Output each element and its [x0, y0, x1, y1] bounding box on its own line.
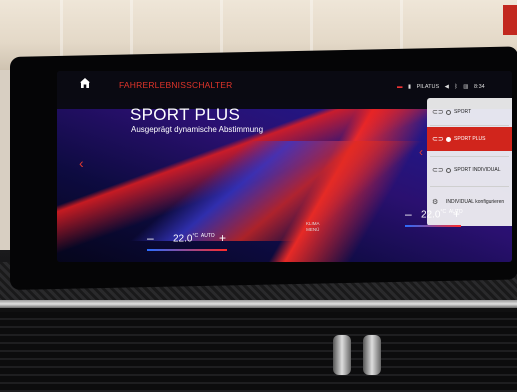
chevron-left-icon[interactable]: ‹ [79, 155, 84, 171]
temp-unit: °C [440, 209, 447, 215]
status-bar: ▬ ▮ PILATUS ◀ ᛒ ▥ 8:34 [397, 84, 489, 90]
volume-icon: ◀ [444, 84, 449, 90]
signal-icon: ▥ [463, 84, 469, 90]
mode-option-sport[interactable]: ⊂⊃ SPORT [427, 100, 512, 124]
flag-icon: ▬ [397, 84, 403, 90]
chrome-trim [0, 300, 517, 308]
air-vent [0, 312, 517, 392]
divider [430, 186, 509, 187]
infotainment-screen: FAHRERLEBNISSCHALTER ▬ ▮ PILATUS ◀ ᛒ ▥ 8… [57, 71, 512, 262]
temp-left: 22.0°C AUTO [173, 233, 215, 244]
car-settings-icon: ⊂⊃ [432, 167, 444, 174]
temp-bar [147, 249, 227, 251]
phone-icon: ▮ [408, 84, 412, 90]
mode-option-sport-individual[interactable]: ⊂⊃ SPORT INDIVIDUAL [427, 158, 512, 182]
temp-increase-button[interactable]: + [453, 207, 460, 221]
radio-button[interactable] [446, 167, 451, 173]
wallpaper-highlight [117, 141, 437, 241]
vent-knob[interactable] [333, 335, 351, 375]
mode-option-label: SPORT INDIVIDUAL [454, 167, 501, 173]
car-icon: ⊂⊃ [432, 109, 444, 116]
temp-bar [405, 225, 461, 227]
radio-button-selected[interactable] [446, 136, 451, 142]
divider [430, 125, 509, 126]
climate-right: – 22.0°C AUTO + [405, 205, 505, 229]
climate-menu-button[interactable]: KLIMA MENÜ [306, 221, 320, 233]
temp-decrease-button[interactable]: – [405, 207, 412, 221]
radio-button[interactable] [446, 109, 451, 115]
climate-mode: AUTO [200, 233, 215, 239]
climate-menu-label: MENÜ [306, 227, 320, 232]
temp-decrease-button[interactable]: – [147, 231, 154, 245]
temp-unit: °C [192, 233, 199, 239]
mode-option-label: SPORT PLUS [454, 136, 486, 142]
divider [430, 156, 509, 157]
section-title: FAHRERLEBNISSCHALTER [119, 80, 233, 90]
climate-left: – 22.0°C AUTO + [147, 229, 237, 253]
red-object [503, 5, 517, 35]
bluetooth-icon: ᛒ [454, 84, 458, 90]
temp-increase-button[interactable]: + [219, 231, 226, 245]
mode-option-sport-plus[interactable]: ⊂⊃ SPORT PLUS [427, 127, 512, 151]
temp-value: 22.0 [173, 233, 193, 245]
temp-value: 22.0 [421, 209, 441, 221]
mode-subtitle: Ausgeprägt dynamische Abstimmung [131, 125, 264, 134]
mode-title: SPORT PLUS [130, 105, 241, 124]
clock: 8:34 [473, 84, 485, 90]
home-icon[interactable] [79, 77, 91, 89]
mode-option-label: SPORT [454, 109, 472, 115]
car-icon: ⊂⊃ [432, 136, 444, 143]
chevron-right-icon[interactable]: ‹ [419, 145, 423, 159]
vent-knob[interactable] [363, 335, 381, 375]
profile-name[interactable]: PILATUS [417, 84, 440, 90]
